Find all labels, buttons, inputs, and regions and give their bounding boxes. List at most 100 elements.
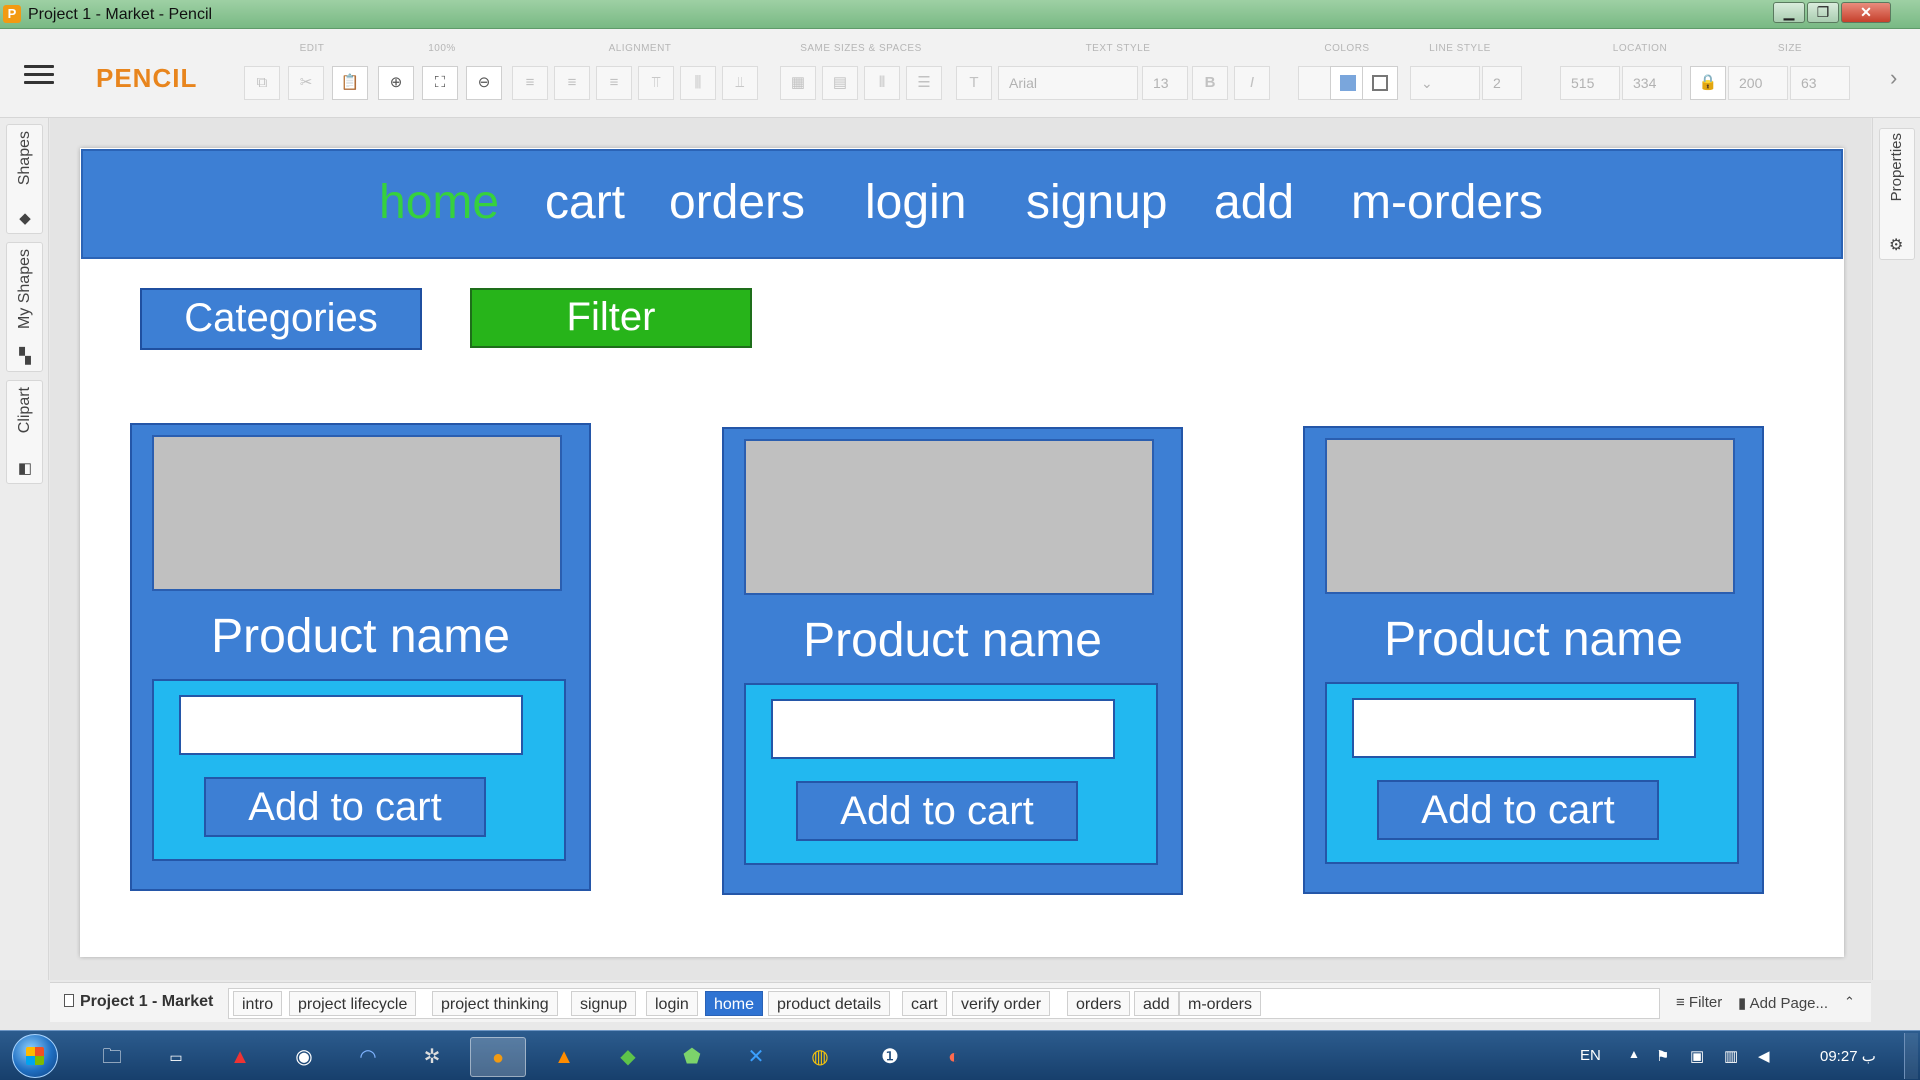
tray-expand-icon[interactable]: ▲	[1628, 1047, 1640, 1061]
same-height-icon[interactable]: ▤	[822, 66, 858, 100]
page-tab-m-orders[interactable]: m-orders	[1179, 991, 1262, 1016]
quantity-input[interactable]	[771, 699, 1115, 759]
tray-app-icon[interactable]: ▣	[1690, 1047, 1704, 1065]
size-height-field[interactable]: 63	[1790, 66, 1850, 100]
align-center-icon[interactable]: ≡	[554, 66, 590, 100]
quantity-input[interactable]	[179, 695, 523, 755]
nav-orders[interactable]: orders	[669, 175, 805, 230]
cut-icon[interactable]: ✂	[288, 66, 324, 100]
nav-m-orders[interactable]: m-orders	[1351, 175, 1543, 230]
maximize-button[interactable]: ❐	[1807, 2, 1839, 23]
torrent-app-icon[interactable]: ◆	[600, 1037, 656, 1077]
align-middle-icon[interactable]: ⫼	[680, 66, 716, 100]
filter-button[interactable]: Filter	[470, 288, 752, 348]
headset-app-icon[interactable]: ◠	[340, 1037, 396, 1077]
file-explorer-icon[interactable]: 🗀	[84, 1037, 140, 1077]
vscode-icon[interactable]: ✕	[728, 1037, 784, 1077]
italic-button[interactable]: I	[1234, 66, 1270, 100]
categories-button[interactable]: Categories	[140, 288, 422, 350]
close-button[interactable]: ✕	[1841, 2, 1891, 23]
page-tab-cart[interactable]: cart	[902, 991, 947, 1016]
my-shapes-tab[interactable]: My Shapes ▚	[6, 242, 43, 372]
command-prompt-icon[interactable]: ▭	[148, 1037, 204, 1077]
location-y-field[interactable]: 334	[1622, 66, 1682, 100]
product-card[interactable]: Product name Add to cart	[722, 427, 1183, 895]
zoom-in-icon[interactable]: ⊕	[378, 66, 414, 100]
nav-signup[interactable]: signup	[1026, 175, 1167, 230]
text-color-icon[interactable]	[1298, 66, 1334, 100]
line-width-field[interactable]: 2	[1482, 66, 1522, 100]
page-filter-button[interactable]: ≡ Filter	[1676, 994, 1722, 1011]
zoom-out-icon[interactable]: ⊖	[466, 66, 502, 100]
page-tab-project-thinking[interactable]: project thinking	[432, 991, 558, 1016]
document-name-label: Project 1 - Market	[80, 993, 214, 1010]
shapes-tab[interactable]: Shapes ◆	[6, 124, 43, 234]
align-right-icon[interactable]: ≡	[596, 66, 632, 100]
quantity-input[interactable]	[1352, 698, 1696, 758]
add-page-button[interactable]: ▮ Add Page...	[1738, 994, 1828, 1012]
add-to-cart-button[interactable]: Add to cart	[1377, 780, 1659, 840]
utility-app-icon[interactable]: ◉	[276, 1037, 332, 1077]
language-indicator[interactable]: EN	[1580, 1047, 1601, 1064]
start-button[interactable]	[12, 1034, 58, 1078]
add-to-cart-button[interactable]: Add to cart	[796, 781, 1078, 841]
network-icon[interactable]: ▥	[1724, 1047, 1738, 1065]
align-left-icon[interactable]: ≡	[512, 66, 548, 100]
messenger-app-icon[interactable]: ❶	[862, 1037, 918, 1077]
taskbar-clock[interactable]: 09:27 ب	[1820, 1047, 1876, 1065]
action-center-flag-icon[interactable]: ⚑	[1656, 1047, 1669, 1065]
page-tab-login[interactable]: login	[646, 991, 698, 1016]
vlc-icon[interactable]: ▲	[536, 1037, 592, 1077]
document-name[interactable]: Project 1 - Market	[64, 993, 213, 1011]
pencil-taskbar-icon[interactable]: ●	[470, 1037, 526, 1077]
align-bottom-icon[interactable]: ⫫	[722, 66, 758, 100]
bold-button[interactable]: B	[1192, 66, 1228, 100]
page-tab-intro[interactable]: intro	[233, 991, 283, 1016]
size-width-field[interactable]: 200	[1728, 66, 1788, 100]
page-tab-project-lifecycle[interactable]: project lifecycle	[289, 991, 417, 1016]
mockup-page[interactable]: home cart orders login signup add m-orde…	[80, 148, 1844, 957]
border-color-icon[interactable]	[1362, 66, 1398, 100]
minimize-button[interactable]: ▁	[1773, 2, 1805, 23]
nav-add[interactable]: add	[1214, 175, 1294, 230]
page-tab-product-details[interactable]: product details	[768, 991, 891, 1016]
paste-icon[interactable]: 📋	[332, 66, 368, 100]
chrome-icon[interactable]: ◍	[792, 1037, 848, 1077]
show-desktop-button[interactable]	[1904, 1033, 1918, 1079]
fill-color-icon[interactable]	[1330, 66, 1366, 100]
space-horizontal-icon[interactable]: ⫴	[864, 66, 900, 100]
volume-icon[interactable]: ◀	[1758, 1047, 1770, 1065]
settings-app-icon[interactable]: ✲	[404, 1037, 460, 1077]
page-tab-verify-order[interactable]: verify order	[952, 991, 1051, 1016]
nav-cart[interactable]: cart	[545, 175, 625, 230]
menu-icon[interactable]	[24, 65, 54, 85]
network-app-icon[interactable]: ⬟	[664, 1037, 720, 1077]
nav-login[interactable]: login	[865, 175, 966, 230]
properties-tab[interactable]: Properties ⚙	[1879, 128, 1915, 260]
space-vertical-icon[interactable]: ☰	[906, 66, 942, 100]
red-app-icon[interactable]: ◐	[926, 1037, 982, 1077]
text-format-icon[interactable]: T	[956, 66, 992, 100]
mock-navbar[interactable]: home cart orders login signup add m-orde…	[81, 149, 1843, 259]
page-tab-home[interactable]: home	[705, 991, 764, 1016]
clipart-tab[interactable]: Clipart ◧	[6, 380, 43, 484]
page-tab-add[interactable]: add	[1134, 991, 1179, 1016]
acrobat-icon[interactable]: ▲	[212, 1037, 268, 1077]
fit-screen-icon[interactable]: ⛶	[422, 66, 458, 100]
align-top-icon[interactable]: ⫪	[638, 66, 674, 100]
page-tab-orders[interactable]: orders	[1067, 991, 1131, 1016]
copy-icon[interactable]: ⧉	[244, 66, 280, 100]
font-size-field[interactable]: 13	[1142, 66, 1188, 100]
same-width-icon[interactable]: ▦	[780, 66, 816, 100]
nav-home[interactable]: home	[379, 175, 499, 230]
toolbar-overflow-icon[interactable]: ›	[1890, 65, 1897, 91]
page-tab-signup[interactable]: signup	[571, 991, 637, 1016]
collapse-pages-icon[interactable]: ⌃	[1844, 994, 1855, 1010]
add-to-cart-button[interactable]: Add to cart	[204, 777, 486, 837]
product-card[interactable]: Product name Add to cart	[1303, 426, 1764, 894]
location-x-field[interactable]: 515	[1560, 66, 1620, 100]
lock-icon[interactable]: 🔒	[1690, 66, 1726, 100]
font-family-select[interactable]: Arial	[998, 66, 1138, 100]
line-style-select[interactable]: ⌄	[1410, 66, 1480, 100]
product-card[interactable]: Product name Add to cart	[130, 423, 591, 891]
